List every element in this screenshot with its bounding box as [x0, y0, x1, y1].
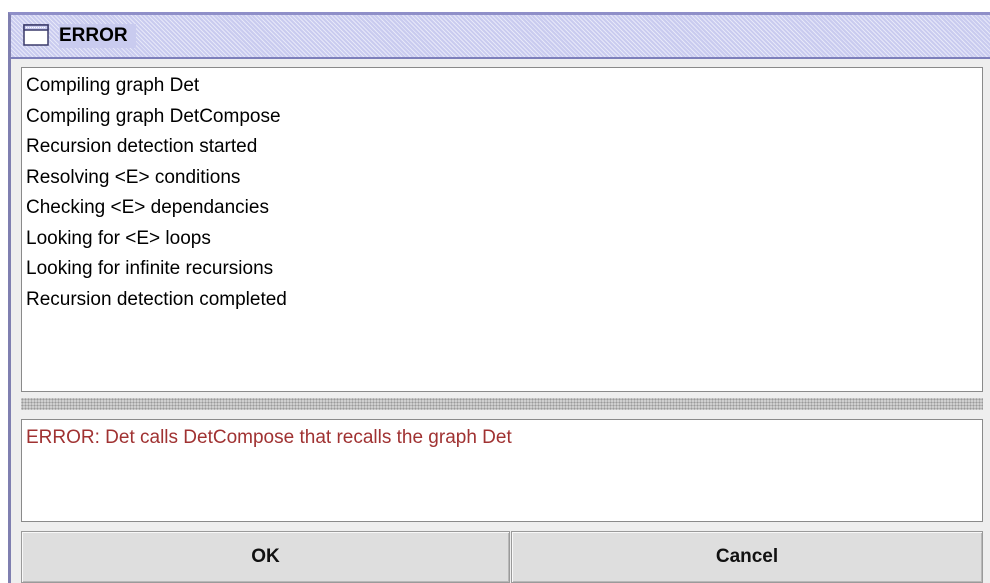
log-line: Resolving <E> conditions	[26, 166, 241, 188]
window-icon	[23, 24, 49, 46]
error-panel[interactable]: ERROR: Det calls DetCompose that recalls…	[21, 419, 983, 522]
log-line: Recursion detection completed	[26, 288, 287, 310]
log-panel[interactable]: Compiling graph Det Compiling graph DetC…	[21, 67, 983, 392]
log-line: Compiling graph DetCompose	[26, 105, 281, 127]
log-line: Compiling graph Det	[26, 75, 200, 96]
ok-button[interactable]: OK	[21, 531, 510, 583]
window-title: ERROR	[59, 24, 136, 48]
log-line: Recursion detection started	[26, 136, 258, 157]
error-message: ERROR: Det calls DetCompose that recalls…	[26, 427, 512, 448]
log-line: Looking for <E> loops	[26, 227, 211, 249]
log-line: Looking for infinite recursions	[26, 258, 274, 279]
title-bar[interactable]: ERROR	[11, 15, 990, 59]
log-line: Checking <E> dependancies	[26, 197, 269, 218]
split-pane-divider[interactable]	[21, 398, 983, 410]
cancel-button[interactable]: Cancel	[511, 531, 983, 583]
error-dialog: ERROR Compiling graph Det Compiling grap…	[8, 12, 990, 583]
